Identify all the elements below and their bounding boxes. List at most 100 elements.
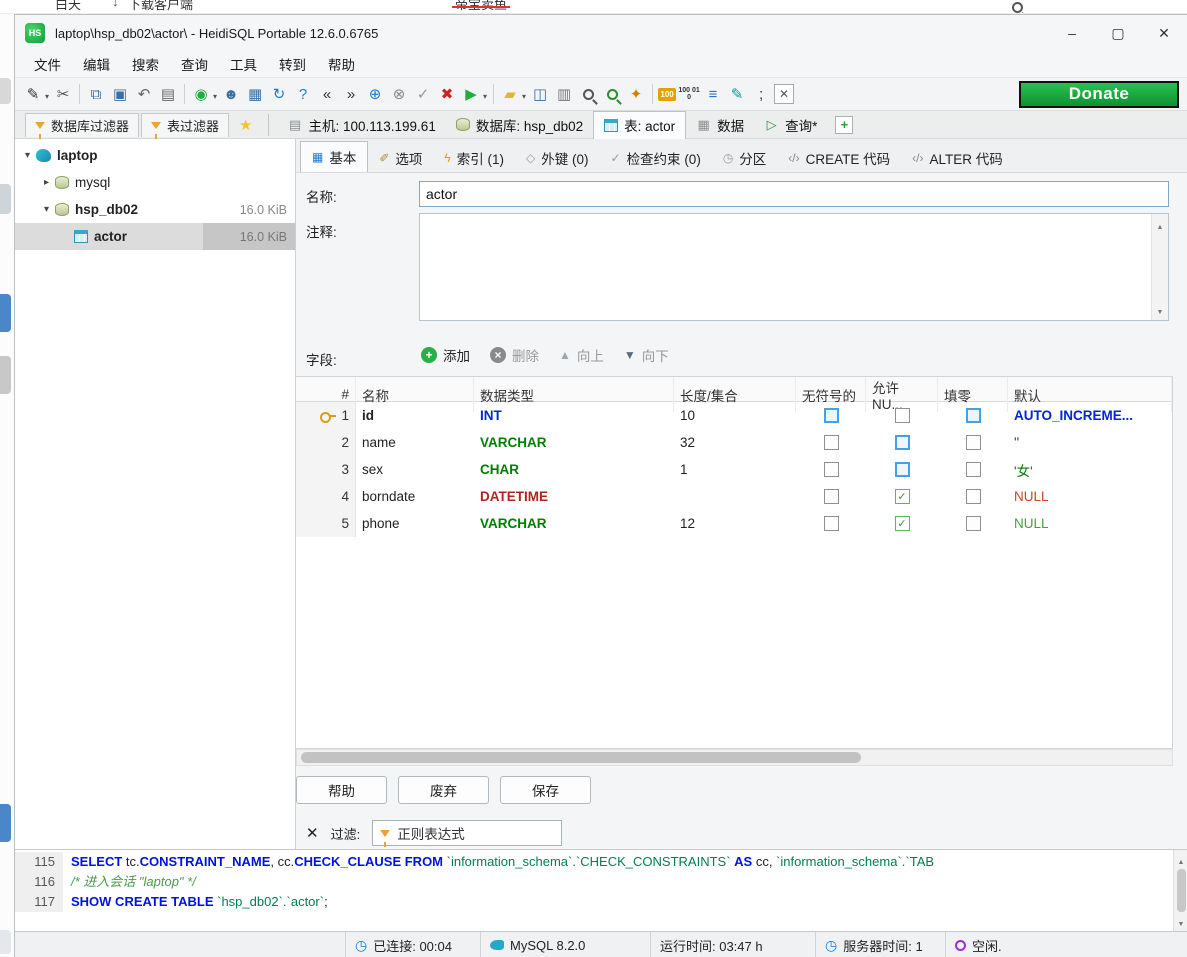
maximize-button[interactable]: ▢ (1095, 15, 1141, 51)
favorites-star-icon[interactable]: ★ (239, 116, 252, 134)
zerofill-checkbox[interactable] (966, 516, 981, 531)
session-manager-icon[interactable]: ✎ (22, 82, 44, 106)
paste-icon[interactable]: ▣ (109, 82, 131, 106)
post-changes-icon[interactable]: ✓ (412, 82, 434, 106)
action-button-help[interactable]: 帮助 (296, 776, 387, 804)
refresh-connection-icon[interactable]: ◉ (190, 82, 212, 106)
allow-null-checkbox[interactable] (895, 435, 910, 450)
scrollbar-thumb[interactable] (1177, 869, 1186, 912)
cancel-editing-icon[interactable]: ⊗ (388, 82, 410, 106)
scroll-up-icon[interactable] (1178, 852, 1185, 867)
refresh-connection-icon-dropdown[interactable] (213, 87, 217, 102)
tree-caret-icon[interactable]: ▾ (21, 150, 34, 161)
background-tab[interactable]: 下载客户端 (128, 0, 193, 13)
unsigned-checkbox[interactable] (824, 462, 839, 477)
database-copy-icon[interactable]: ▦ (244, 82, 266, 106)
search-icon[interactable] (577, 82, 599, 106)
unsigned-checkbox[interactable] (824, 489, 839, 504)
run-query-icon[interactable]: ▶ (460, 82, 482, 106)
export-icon[interactable]: ▥ (553, 82, 575, 106)
background-search-icon[interactable] (1012, 1, 1023, 14)
syntax-highlight-icon[interactable]: ✎ (726, 82, 748, 106)
allow-null-checkbox[interactable] (895, 462, 910, 477)
editor-tab-partitions[interactable]: ◷分区 (712, 144, 777, 172)
menu-item-tools[interactable]: 工具 (219, 51, 268, 77)
field-row-sex[interactable]: 3sexCHAR1'女' (296, 456, 1172, 483)
reformat-icon[interactable]: ≡ (702, 82, 724, 106)
allow-null-checkbox[interactable] (895, 408, 910, 423)
field-row-borndate[interactable]: 4borndateDATETIME✓NULL (296, 483, 1172, 510)
scroll-down-icon[interactable] (1157, 302, 1164, 317)
scrollbar-thumb[interactable] (301, 752, 861, 763)
field-button-add[interactable]: +添加 (421, 345, 470, 365)
action-button-save[interactable]: 保存 (500, 776, 591, 804)
field-row-name[interactable]: 2nameVARCHAR32'' (296, 429, 1172, 456)
editor-tab-alter-code[interactable]: ‹/›ALTER 代码 (901, 144, 1014, 172)
zerofill-checkbox[interactable] (966, 435, 981, 450)
table-filter-tab[interactable]: 表过滤器 (141, 113, 229, 137)
session-tab-host[interactable]: ▤主机: 100.113.199.61 (277, 111, 445, 139)
table-name-input[interactable] (419, 181, 1169, 207)
editor-tab-basic[interactable]: ▦基本 (300, 141, 368, 172)
tree-item-hsp_db02[interactable]: ▾hsp_db0216.0 KiB (15, 196, 295, 223)
close-filter-icon[interactable]: ✕ (306, 824, 319, 842)
last-record-icon[interactable]: » (340, 82, 362, 106)
field-row-id[interactable]: 1idINT10AUTO_INCREME... (296, 402, 1172, 429)
undo-icon[interactable]: ↶ (133, 82, 155, 106)
user-manager-icon[interactable]: ☻ (220, 82, 242, 106)
menu-item-goto[interactable]: 转到 (268, 51, 317, 77)
first-record-icon[interactable]: « (316, 82, 338, 106)
session-tab-query[interactable]: ▷查询* (754, 111, 827, 139)
tree-item-mysql[interactable]: ▸mysql (15, 169, 295, 196)
save-icon[interactable]: ◫ (529, 82, 551, 106)
unsigned-checkbox[interactable] (824, 435, 839, 450)
donate-button[interactable]: Donate (1019, 81, 1179, 108)
insert-record-icon[interactable]: ⊕ (364, 82, 386, 106)
horizontal-scrollbar[interactable] (296, 749, 1173, 766)
session-tab-table[interactable]: 表: actor (593, 111, 686, 139)
action-button-discard[interactable]: 废弃 (398, 776, 489, 804)
semicolon-icon[interactable]: ; (750, 82, 772, 106)
editor-tab-options[interactable]: ✐选项 (368, 144, 433, 172)
session-tab-database[interactable]: 数据库: hsp_db02 (446, 111, 593, 139)
disconnect-icon[interactable]: ✂ (52, 82, 74, 106)
session-manager-icon-dropdown[interactable] (45, 87, 49, 102)
field-button-move-up[interactable]: ▲向上 (559, 345, 604, 365)
field-button-move-down[interactable]: ▼向下 (624, 345, 669, 365)
copy-icon[interactable]: ⧉ (85, 82, 107, 106)
unsigned-checkbox[interactable] (824, 408, 839, 423)
comment-scrollbar[interactable] (1151, 214, 1168, 320)
help-icon[interactable]: ? (292, 82, 314, 106)
clean-icon[interactable]: ✦ (625, 82, 647, 106)
binary-data-icon[interactable]: 100 010 (678, 82, 700, 106)
tree-caret-icon[interactable]: ▸ (40, 177, 53, 188)
sql-log-scrollbar[interactable] (1173, 850, 1187, 931)
refresh-icon[interactable]: ↻ (268, 82, 290, 106)
find-replace-icon[interactable] (601, 82, 623, 106)
tree-item-actor[interactable]: actor16.0 KiB (15, 223, 295, 250)
database-filter-tab[interactable]: 数据库过滤器 (25, 113, 139, 137)
editor-tab-check-constraints[interactable]: ✓检查约束 (0) (600, 144, 712, 172)
zerofill-checkbox[interactable] (966, 408, 981, 423)
menu-item-search[interactable]: 搜索 (121, 51, 170, 77)
warning-100-icon[interactable]: 100 (658, 88, 676, 101)
zerofill-checkbox[interactable] (966, 489, 981, 504)
table-comment-textarea[interactable] (419, 213, 1169, 321)
field-button-remove[interactable]: ×删除 (490, 345, 539, 365)
tree-caret-icon[interactable]: ▾ (40, 204, 53, 215)
new-query-tab-icon[interactable] (835, 116, 853, 134)
menu-item-file[interactable]: 文件 (23, 51, 72, 77)
open-file-icon-dropdown[interactable] (522, 87, 526, 102)
run-query-icon-dropdown[interactable] (483, 87, 487, 102)
unsigned-checkbox[interactable] (824, 516, 839, 531)
session-tab-data[interactable]: ▦数据 (686, 111, 754, 139)
clear-icon[interactable]: ✕ (774, 84, 794, 104)
minimize-button[interactable]: – (1049, 15, 1095, 51)
editor-tab-foreign-keys[interactable]: ◇外键 (0) (515, 144, 599, 172)
menu-item-edit[interactable]: 编辑 (72, 51, 121, 77)
scroll-down-icon[interactable] (1178, 914, 1185, 929)
filter-input[interactable]: 正则表达式 (372, 820, 562, 846)
tree-item-laptop[interactable]: ▾laptop (15, 142, 295, 169)
menu-item-help[interactable]: 帮助 (317, 51, 366, 77)
field-row-phone[interactable]: 5phoneVARCHAR12✓NULL (296, 510, 1172, 537)
